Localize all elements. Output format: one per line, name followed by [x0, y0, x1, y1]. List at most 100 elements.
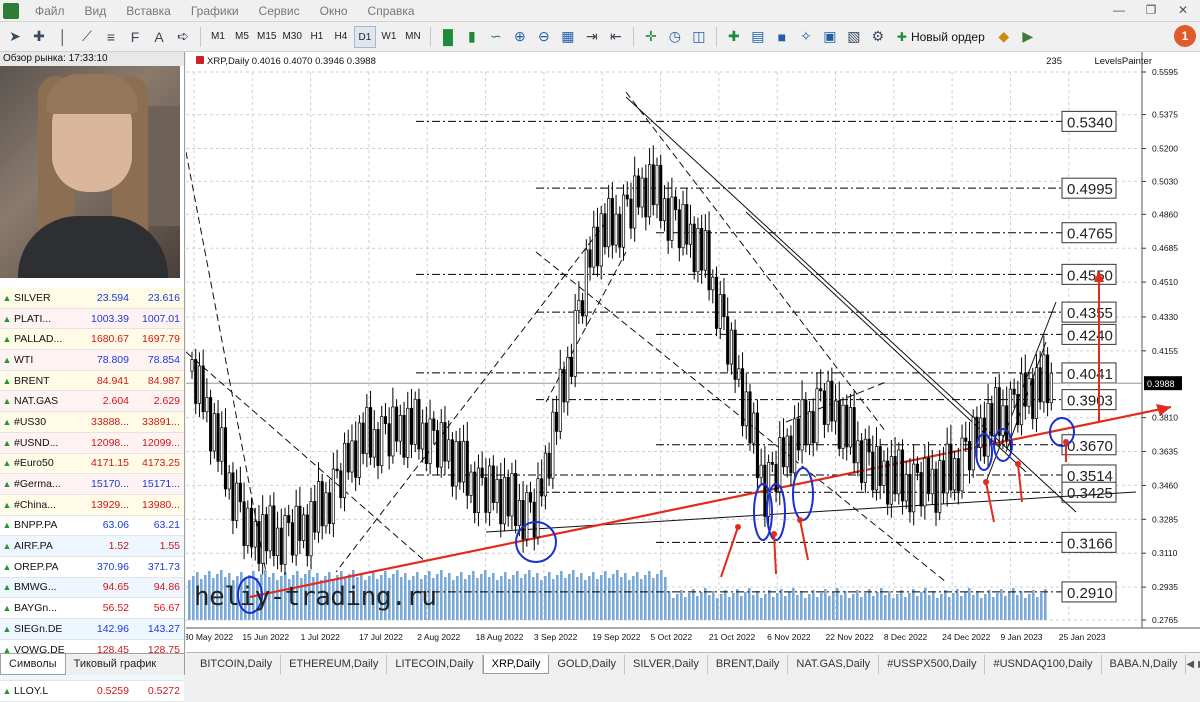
symbol-ask: 78.854 — [147, 353, 180, 366]
menu-window[interactable]: Окно — [310, 0, 358, 22]
tab-symbols[interactable]: Символы — [0, 654, 66, 675]
chart-tab[interactable]: BRENT,Daily — [708, 654, 789, 674]
timeframe-h1[interactable]: H1 — [306, 26, 328, 48]
chart-window[interactable]: 0.5340 0.4995 0.4765 0.4550 0.4355 0.4240 0.40… — [186, 52, 1200, 652]
symbol-row[interactable]: ▲ PALLAD... 1680.67 1697.79 — [0, 329, 184, 351]
new-chart-icon[interactable]: ✚ — [723, 26, 745, 48]
trendline-icon[interactable]: ⟋ — [76, 26, 98, 48]
symbol-row[interactable]: ▲ BNPP.PA 63.06 63.21 — [0, 515, 184, 537]
periods-icon[interactable]: ◷ — [664, 26, 686, 48]
signals-icon[interactable]: ◆ — [993, 26, 1015, 48]
new-order-button[interactable]: ✚ Новый ордер — [891, 26, 991, 48]
tab-scroll-left-icon[interactable]: ◀ — [1186, 659, 1194, 670]
notification-badge[interactable]: 1 — [1174, 25, 1196, 47]
menu-charts[interactable]: Графики — [181, 0, 249, 22]
chart-tab[interactable]: XRP,Daily — [482, 654, 550, 674]
candle-body — [424, 422, 428, 464]
close-icon[interactable]: ✕ — [1170, 0, 1196, 20]
crosshair-icon[interactable]: ✚ — [28, 26, 50, 48]
timeframe-d1[interactable]: D1 — [353, 25, 376, 48]
x-tick-label: 22 Nov 2022 — [826, 632, 874, 642]
timeframe-h4[interactable]: H4 — [330, 26, 352, 48]
timeframe-m1[interactable]: M1 — [207, 26, 229, 48]
volume-bar — [568, 574, 571, 620]
symbol-row[interactable]: ▲ BRENT 84.941 84.987 — [0, 370, 184, 392]
price-chart[interactable]: 0.5340 0.4995 0.4765 0.4550 0.4355 0.4240 0.40… — [186, 52, 1200, 652]
candle-body — [197, 365, 201, 404]
market-watch-title: Обзор рынка: 17:33:10 — [0, 52, 184, 66]
candle-body — [636, 175, 640, 208]
data-window-icon[interactable]: ▣ — [819, 26, 841, 48]
symbol-row[interactable]: ▲ SIEGn.DE 142.96 143.27 — [0, 619, 184, 640]
symbol-row[interactable]: ▲ WTI 78.809 78.854 — [0, 350, 184, 371]
profiles-icon[interactable]: ▤ — [747, 26, 769, 48]
candle-body — [566, 356, 570, 403]
shapes-icon[interactable]: ➪ — [172, 26, 194, 48]
timeframe-w1[interactable]: W1 — [378, 26, 400, 48]
timeframe-m15[interactable]: M15 — [255, 26, 278, 48]
timeframe-m30[interactable]: M30 — [280, 26, 303, 48]
symbol-row[interactable]: ▲ #Germa... 15170... 15171... — [0, 474, 184, 495]
symbol-row[interactable]: ▲ SILVER 23.594 23.616 — [0, 288, 184, 309]
candle-body — [923, 457, 927, 507]
templates-icon[interactable]: ◫ — [688, 26, 710, 48]
terminal-icon[interactable]: ▧ — [843, 26, 865, 48]
chart-tab[interactable]: #USSPX500,Daily — [879, 654, 986, 674]
restore-icon[interactable]: ❐ — [1138, 0, 1164, 20]
fibonacci-icon[interactable]: F — [124, 26, 146, 48]
symbol-row[interactable]: ▲ #US30 33888... 33891... — [0, 412, 184, 433]
symbol-row[interactable]: ▲ AIRF.PA 1.52 1.55 — [0, 536, 184, 557]
timeframe-m5[interactable]: M5 — [231, 26, 253, 48]
chart-tab[interactable]: BITCOIN,Daily — [192, 654, 282, 674]
menu-tools[interactable]: Сервис — [249, 0, 310, 22]
strategy-tester-icon[interactable]: ⚙ — [867, 26, 889, 48]
menu-insert[interactable]: Вставка — [116, 0, 181, 22]
tile-windows-icon[interactable]: ▦ — [557, 26, 579, 48]
chart-tab[interactable]: NAT.GAS,Daily — [788, 654, 880, 674]
chart-tab[interactable]: GOLD,Daily — [549, 654, 626, 674]
symbol-row[interactable]: ▲ NAT.GAS 2.604 2.629 — [0, 391, 184, 413]
symbol-row[interactable]: ▲ BMWG... 94.65 94.86 — [0, 577, 184, 599]
symbol-row[interactable]: ▲ #Euro50 4171.15 4173.25 — [0, 453, 184, 475]
candle-body — [871, 451, 875, 491]
timeframe-mn[interactable]: MN — [402, 26, 424, 48]
line-chart-icon[interactable]: ∽ — [485, 26, 507, 48]
chart-tab[interactable]: BABA.N,Daily — [1102, 654, 1187, 674]
menu-help[interactable]: Справка — [358, 0, 425, 22]
direction-arrow-icon: ▲ — [2, 375, 12, 386]
vertical-line-icon[interactable]: │ — [52, 26, 74, 48]
symbol-row[interactable]: ▲ BAYGn... 56.52 56.67 — [0, 598, 184, 619]
market-watch-icon[interactable]: ■ — [771, 26, 793, 48]
cursor-icon[interactable]: ➤ — [4, 26, 26, 48]
volume-bar — [872, 596, 875, 620]
zoom-out-icon[interactable]: ⊖ — [533, 26, 555, 48]
chart-tab[interactable]: LITECOIN,Daily — [387, 654, 483, 674]
navigator-icon[interactable]: ✧ — [795, 26, 817, 48]
symbol-row[interactable]: ▲ PLATI... 1003.39 1007.01 — [0, 308, 184, 330]
chart-shift-icon[interactable]: ⇤ — [605, 26, 627, 48]
symbol-row[interactable]: ▲ LLOY.L 0.5259 0.5272 — [0, 681, 184, 702]
zoom-in-icon[interactable]: ⊕ — [509, 26, 531, 48]
symbol-row[interactable]: ▲ OREP.PA 370.96 371.73 — [0, 556, 184, 578]
menu-view[interactable]: Вид — [75, 0, 117, 22]
chart-tab[interactable]: #USNDAQ100,Daily — [985, 654, 1102, 674]
autoscroll-icon[interactable]: ⇥ — [581, 26, 603, 48]
candle-body — [938, 460, 942, 513]
minimize-icon[interactable]: — — [1106, 0, 1132, 20]
bar-chart-icon[interactable]: █ — [437, 26, 459, 48]
volume-bar — [636, 572, 639, 620]
chart-tab[interactable]: ETHEREUM,Daily — [281, 654, 388, 674]
menu-file[interactable]: Файл — [25, 0, 75, 22]
candle-body — [1034, 367, 1038, 419]
algo-trading-icon[interactable]: ▶ — [1017, 26, 1039, 48]
candle-body — [841, 404, 845, 449]
symbol-row[interactable]: ▲ #China... 13929... 13980... — [0, 494, 184, 516]
symbol-row[interactable]: ▲ #USND... 12098... 12099... — [0, 432, 184, 454]
candle-body — [350, 440, 354, 473]
tab-tick-chart[interactable]: Тиковый график — [66, 654, 165, 675]
chart-tab[interactable]: SILVER,Daily — [625, 654, 708, 674]
equidistant-channel-icon[interactable]: ≡ — [100, 26, 122, 48]
indicators-icon[interactable]: ✛ — [640, 26, 662, 48]
candlestick-icon[interactable]: ▮ — [461, 26, 483, 48]
text-icon[interactable]: A — [148, 26, 170, 48]
